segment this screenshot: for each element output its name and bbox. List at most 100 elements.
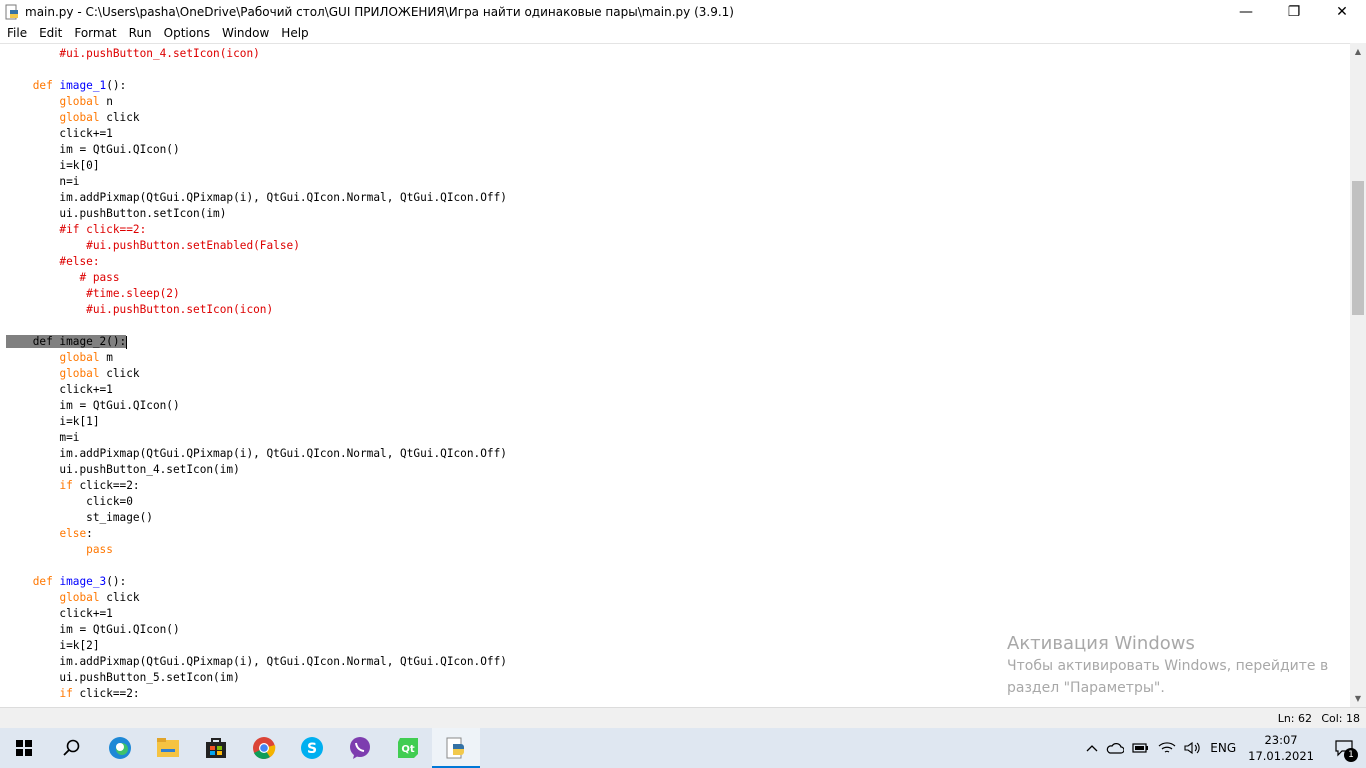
volume-icon[interactable] bbox=[1180, 728, 1206, 768]
code-line[interactable]: ui.pushButton.setIcon(im) bbox=[6, 206, 607, 222]
code-line[interactable]: def image_2(): bbox=[6, 334, 607, 350]
code-line[interactable]: ui.pushButton_4.setIcon(im) bbox=[6, 462, 607, 478]
file-explorer-icon[interactable] bbox=[144, 728, 192, 768]
scrollbar-thumb[interactable] bbox=[1352, 181, 1364, 315]
code-token: global bbox=[59, 95, 100, 108]
code-line[interactable]: im = QtGui.QIcon() bbox=[6, 398, 607, 414]
code-line[interactable]: i=k[2] bbox=[6, 638, 607, 654]
wifi-icon[interactable] bbox=[1154, 728, 1180, 768]
code-token: if bbox=[59, 479, 73, 492]
vertical-scrollbar[interactable]: ▲ ▼ bbox=[1350, 43, 1366, 707]
code-line[interactable]: im = QtGui.QIcon() bbox=[6, 622, 607, 638]
code-text[interactable]: #im.addPixmap(QtGui.QPixmap('wallpaper.j… bbox=[6, 44, 607, 702]
show-hidden-icons-chevron-icon[interactable] bbox=[1082, 728, 1102, 768]
text-caret bbox=[126, 335, 128, 349]
code-line[interactable]: n=i bbox=[6, 174, 607, 190]
code-line[interactable]: if click==2: bbox=[6, 478, 607, 494]
code-line[interactable] bbox=[6, 558, 607, 574]
code-line[interactable]: ui.pushButton_5.setIcon(im) bbox=[6, 670, 607, 686]
code-line[interactable]: i=k[1] bbox=[6, 414, 607, 430]
code-line[interactable]: if click==2: bbox=[6, 686, 607, 702]
code-token: def bbox=[32, 575, 53, 588]
code-line[interactable]: else: bbox=[6, 526, 607, 542]
windows-activation-watermark: Активация Windows Чтобы активировать Win… bbox=[1007, 633, 1328, 699]
language-indicator[interactable]: ENG bbox=[1206, 728, 1240, 768]
menu-options[interactable]: Options bbox=[158, 23, 216, 43]
code-line[interactable]: #ui.pushButton.setEnabled(False) bbox=[6, 238, 607, 254]
code-line[interactable]: im.addPixmap(QtGui.QPixmap(i), QtGui.QIc… bbox=[6, 190, 607, 206]
code-line[interactable]: #else: bbox=[6, 254, 607, 270]
code-token: pass bbox=[86, 543, 113, 556]
menu-run[interactable]: Run bbox=[123, 23, 158, 43]
code-line[interactable]: global m bbox=[6, 350, 607, 366]
clock-time: 23:07 bbox=[1264, 733, 1298, 747]
code-line[interactable]: im = QtGui.QIcon() bbox=[6, 142, 607, 158]
code-line[interactable]: #if click==2: bbox=[6, 222, 607, 238]
code-line[interactable]: global n bbox=[6, 94, 607, 110]
code-line[interactable]: global click bbox=[6, 366, 607, 382]
code-line[interactable]: pass bbox=[6, 542, 607, 558]
edge-icon[interactable] bbox=[96, 728, 144, 768]
svg-text:S: S bbox=[307, 741, 317, 757]
code-line[interactable] bbox=[6, 62, 607, 78]
code-line[interactable]: #time.sleep(2) bbox=[6, 286, 607, 302]
code-line[interactable]: #ui.pushButton_4.setIcon(icon) bbox=[6, 46, 607, 62]
code-token: im = QtGui.QIcon() bbox=[6, 623, 180, 636]
code-editor[interactable]: #im.addPixmap(QtGui.QPixmap('wallpaper.j… bbox=[0, 43, 1350, 707]
code-line[interactable]: def image_1(): bbox=[6, 78, 607, 94]
scroll-down-icon[interactable]: ▼ bbox=[1350, 690, 1366, 707]
code-token: i=k[1] bbox=[6, 415, 100, 428]
code-line[interactable]: # pass bbox=[6, 270, 607, 286]
scroll-up-icon[interactable]: ▲ bbox=[1350, 43, 1366, 60]
code-line[interactable]: click+=1 bbox=[6, 126, 607, 142]
menu-edit[interactable]: Edit bbox=[33, 23, 68, 43]
code-line[interactable]: i=k[0] bbox=[6, 158, 607, 174]
minimize-button[interactable]: — bbox=[1222, 0, 1270, 23]
code-token: click+=1 bbox=[6, 383, 113, 396]
search-icon[interactable] bbox=[48, 728, 96, 768]
skype-icon[interactable]: S bbox=[288, 728, 336, 768]
qt-designer-icon[interactable]: Qt bbox=[384, 728, 432, 768]
viber-icon[interactable] bbox=[336, 728, 384, 768]
code-token: click bbox=[99, 367, 140, 380]
store-icon[interactable] bbox=[192, 728, 240, 768]
menu-format[interactable]: Format bbox=[68, 23, 122, 43]
code-line[interactable]: m=i bbox=[6, 430, 607, 446]
chrome-icon[interactable] bbox=[240, 728, 288, 768]
code-token: ui.pushButton_5.setIcon(im) bbox=[6, 671, 240, 684]
menu-file[interactable]: File bbox=[0, 23, 33, 43]
status-column: Col: 18 bbox=[1321, 712, 1360, 725]
code-line[interactable] bbox=[6, 318, 607, 334]
code-line[interactable]: click=0 bbox=[6, 494, 607, 510]
code-token: ui.pushButton_4.setIcon(im) bbox=[6, 463, 240, 476]
code-token: #time.sleep(2) bbox=[6, 287, 180, 300]
notifications-button[interactable]: 1 bbox=[1322, 728, 1366, 768]
code-line[interactable]: def image_3(): bbox=[6, 574, 607, 590]
code-line[interactable]: st_image() bbox=[6, 510, 607, 526]
onedrive-cloud-icon[interactable] bbox=[1102, 728, 1128, 768]
close-button[interactable]: ✕ bbox=[1318, 0, 1366, 23]
code-line[interactable]: #ui.pushButton.setIcon(icon) bbox=[6, 302, 607, 318]
watermark-title: Активация Windows bbox=[1007, 633, 1195, 654]
code-line[interactable]: click+=1 bbox=[6, 606, 607, 622]
code-line[interactable]: im.addPixmap(QtGui.QPixmap(i), QtGui.QIc… bbox=[6, 446, 607, 462]
code-line[interactable]: global click bbox=[6, 590, 607, 606]
start-icon[interactable] bbox=[0, 728, 48, 768]
code-line[interactable]: im.addPixmap(QtGui.QPixmap(i), QtGui.QIc… bbox=[6, 654, 607, 670]
battery-icon[interactable] bbox=[1128, 728, 1154, 768]
menu-help[interactable]: Help bbox=[275, 23, 314, 43]
maximize-button[interactable]: ❐ bbox=[1270, 0, 1318, 23]
code-line[interactable]: global click bbox=[6, 110, 607, 126]
status-line: Ln: 62 bbox=[1277, 712, 1312, 725]
code-token: (): bbox=[106, 575, 127, 588]
code-token: #else: bbox=[6, 255, 100, 268]
clock[interactable]: 23:07 17.01.2021 bbox=[1240, 728, 1322, 768]
python-idle-icon[interactable] bbox=[432, 728, 480, 768]
system-tray: ENG 23:07 17.01.2021 1 bbox=[1082, 728, 1366, 768]
code-line[interactable]: click+=1 bbox=[6, 382, 607, 398]
code-token: click=0 bbox=[6, 495, 133, 508]
code-token: global bbox=[59, 111, 100, 124]
menu-window[interactable]: Window bbox=[216, 23, 275, 43]
code-token: im = QtGui.QIcon() bbox=[6, 143, 180, 156]
